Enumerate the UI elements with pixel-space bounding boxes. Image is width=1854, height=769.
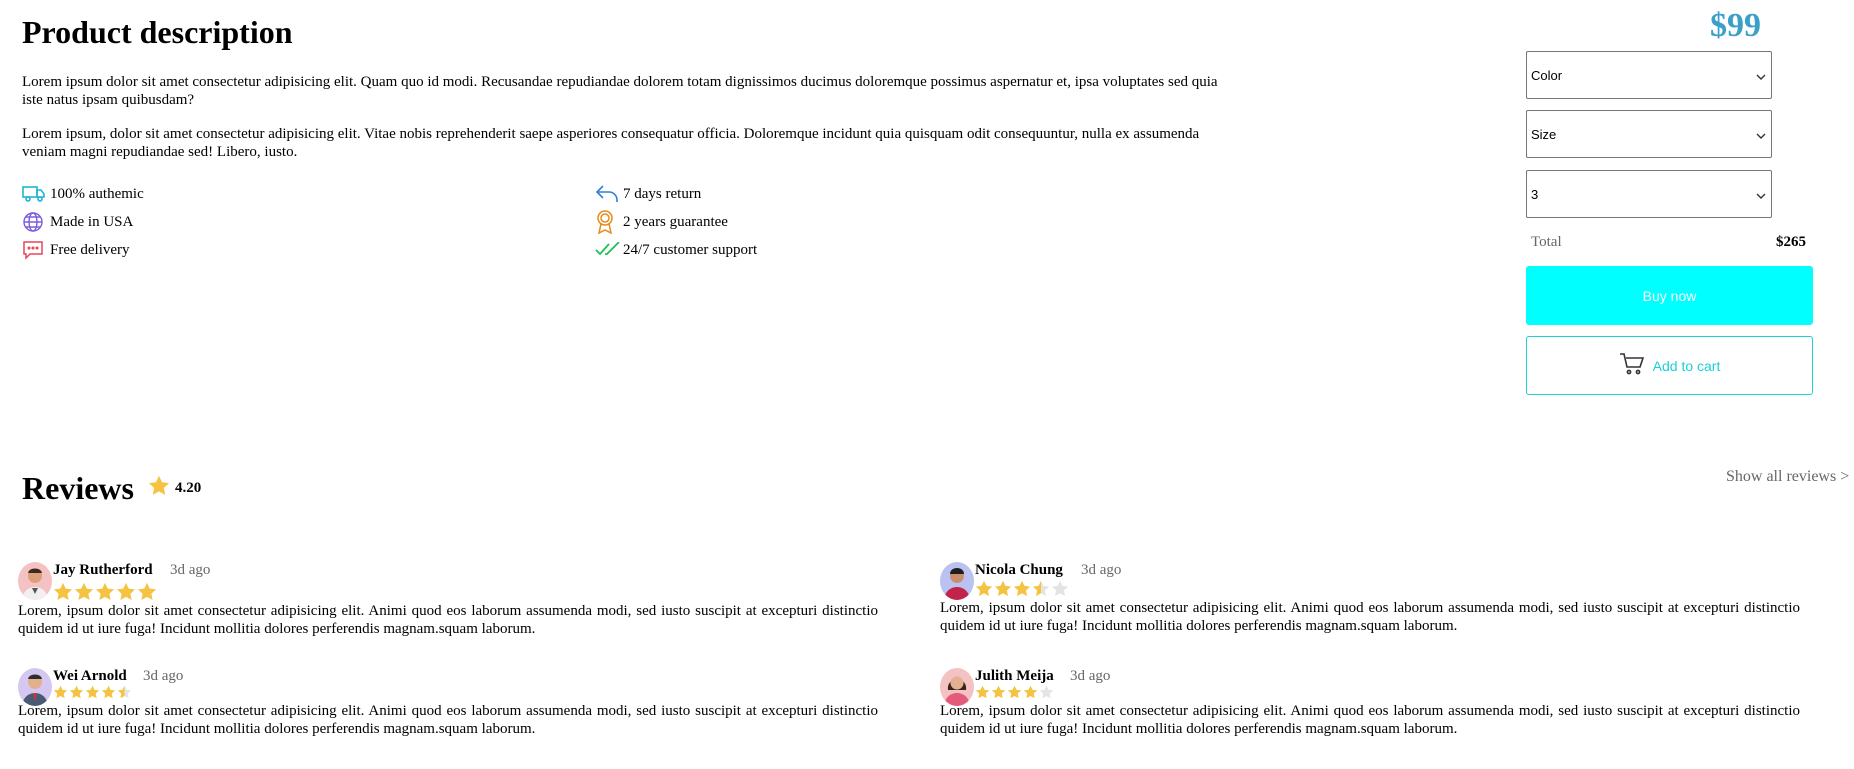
quantity-select[interactable]: 3 — [1526, 170, 1772, 218]
chevron-down-icon — [1756, 127, 1766, 142]
feature-return: 7 days return — [595, 183, 701, 205]
feature-free-delivery: Free delivery — [22, 239, 130, 261]
buy-now-button[interactable]: Buy now — [1526, 266, 1813, 325]
add-to-cart-label: Add to cart — [1652, 357, 1721, 374]
feature-authentic: 100% authemic — [22, 183, 144, 205]
star-icon — [1023, 685, 1038, 704]
star-half-icon — [117, 685, 132, 704]
star-icon — [137, 582, 157, 606]
globe-icon — [22, 211, 48, 233]
color-select-value: Color — [1531, 67, 1563, 83]
price: $99 — [1710, 7, 1761, 44]
star-icon — [148, 475, 170, 501]
page-title: Product description — [22, 14, 293, 50]
star-icon — [975, 685, 990, 704]
feature-label: Made in USA — [50, 213, 134, 230]
chevron-down-icon — [1756, 68, 1766, 83]
reviewer-name: Wei Arnold — [53, 668, 127, 684]
star-icon — [1007, 685, 1022, 704]
average-rating-value: 4.20 — [175, 479, 202, 496]
review-item: Wei Arnold 3d ago Lorem, ipsum dolor sit… — [18, 668, 878, 738]
star-rating — [53, 685, 132, 704]
star-icon — [53, 582, 73, 606]
double-check-icon — [595, 239, 621, 261]
feature-label: 7 days return — [623, 185, 702, 202]
review-text: Lorem, ipsum dolor sit amet consectetur … — [18, 603, 878, 637]
avatar — [940, 668, 974, 706]
buy-now-label: Buy now — [1642, 287, 1697, 304]
feature-guarantee: 2 years guarantee — [595, 210, 728, 234]
quantity-select-value: 3 — [1531, 186, 1539, 202]
star-icon — [69, 685, 84, 704]
reviews-title: Reviews — [22, 470, 134, 506]
star-icon — [116, 582, 136, 606]
message-icon — [22, 239, 48, 261]
feature-label: Free delivery — [50, 241, 130, 258]
total-value: $265 — [1776, 234, 1806, 250]
star-empty-icon — [1051, 580, 1069, 602]
review-text: Lorem, ipsum dolor sit amet consectetur … — [940, 600, 1800, 634]
avatar — [18, 668, 52, 706]
reviewer-name: Jay Rutherford — [53, 562, 153, 578]
total-label: Total — [1531, 234, 1562, 250]
star-icon — [74, 582, 94, 606]
show-all-reviews-link[interactable]: Show all reviews > — [1726, 468, 1849, 486]
cart-icon — [1619, 352, 1645, 379]
review-item: Jay Rutherford 3d ago Lorem, ipsum dolor… — [18, 562, 878, 638]
chevron-down-icon — [1756, 187, 1766, 202]
review-time: 3d ago — [1081, 562, 1122, 578]
feature-support: 24/7 customer support — [595, 239, 757, 261]
review-item: Nicola Chung 3d ago Lorem, ipsum dolor s… — [940, 562, 1800, 635]
description-paragraph: Lorem ipsum dolor sit amet consectetur a… — [22, 74, 1218, 108]
star-rating — [975, 685, 1054, 704]
feature-label: 2 years guarantee — [623, 213, 728, 230]
star-rating — [975, 580, 1069, 602]
star-icon — [994, 580, 1012, 602]
award-icon — [595, 210, 621, 234]
review-text: Lorem, ipsum dolor sit amet consectetur … — [940, 703, 1800, 737]
review-time: 3d ago — [1070, 668, 1111, 684]
feature-label: 100% authemic — [50, 185, 144, 202]
review-time: 3d ago — [143, 668, 184, 684]
star-icon — [101, 685, 116, 704]
star-icon — [85, 685, 100, 704]
star-icon — [991, 685, 1006, 704]
review-time: 3d ago — [170, 562, 211, 578]
add-to-cart-button[interactable]: Add to cart — [1526, 336, 1813, 395]
reviews-average: 4.20 — [148, 475, 201, 501]
color-select[interactable]: Color — [1526, 51, 1772, 99]
star-rating — [53, 582, 157, 606]
reviewer-name: Julith Meija — [975, 668, 1054, 684]
star-icon — [1013, 580, 1031, 602]
star-half-icon — [1032, 580, 1050, 602]
avatar — [940, 562, 974, 600]
star-empty-icon — [1039, 685, 1054, 704]
avatar — [18, 562, 52, 600]
truck-icon — [22, 183, 48, 205]
size-select[interactable]: Size — [1526, 110, 1772, 158]
reviewer-name: Nicola Chung — [975, 562, 1063, 578]
description-paragraph: Lorem ipsum, dolor sit amet consectetur … — [22, 126, 1200, 160]
star-icon — [95, 582, 115, 606]
review-text: Lorem, ipsum dolor sit amet consectetur … — [18, 703, 878, 737]
return-arrow-icon — [595, 183, 621, 205]
size-select-value: Size — [1531, 126, 1557, 142]
star-icon — [53, 685, 68, 704]
review-item: Julith Meija 3d ago Lorem, ipsum dolor s… — [940, 668, 1800, 738]
feature-label: 24/7 customer support — [623, 241, 758, 258]
feature-made-in-usa: Made in USA — [22, 211, 133, 233]
star-icon — [975, 580, 993, 602]
